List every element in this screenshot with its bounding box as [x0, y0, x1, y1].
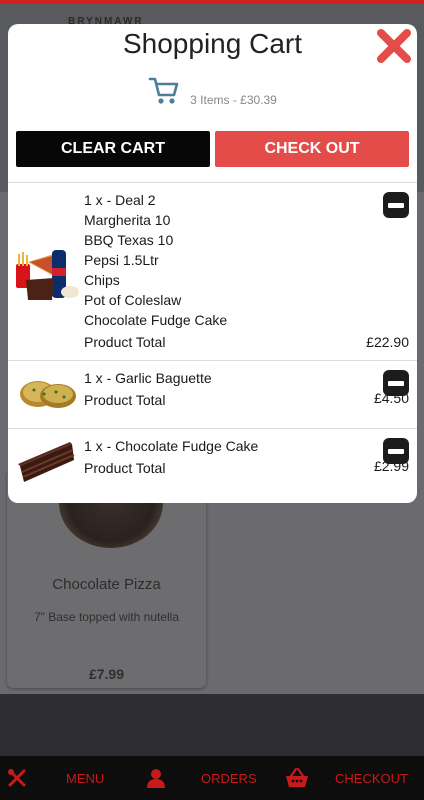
- close-icon[interactable]: [375, 27, 413, 65]
- deal-image: [14, 246, 80, 309]
- cart-item: 1 x - Deal 2 Margherita 10 BBQ Texas 10 …: [8, 190, 417, 360]
- product-total-value: £22.90: [366, 334, 409, 350]
- background-footer-strip: [0, 694, 424, 756]
- item-description: 1 x - Chocolate Fudge Cake Product Total: [84, 436, 258, 478]
- product-title: Chocolate Pizza: [52, 576, 161, 593]
- basket-icon[interactable]: [284, 756, 310, 800]
- item-line: 1 x - Chocolate Fudge Cake: [84, 438, 259, 454]
- divider: [8, 360, 417, 361]
- shopping-cart-modal: Shopping Cart 3 Items - £30.39 CLEAR CAR…: [8, 24, 417, 503]
- product-total-label: Product Total: [84, 334, 166, 350]
- remove-item-button[interactable]: [383, 370, 409, 396]
- chocolate-cake-image: [14, 438, 80, 491]
- nav-menu[interactable]: MENU: [66, 756, 104, 800]
- item-detail: Pot of Coleslaw: [84, 292, 182, 308]
- item-detail: Margherita 10: [84, 212, 171, 228]
- cart-item: 1 x - Garlic Baguette Product Total £4.5…: [8, 368, 417, 428]
- remove-item-button[interactable]: [383, 192, 409, 218]
- nav-checkout[interactable]: CHECKOUT: [335, 756, 408, 800]
- item-detail: Pepsi 1.5Ltr: [84, 252, 159, 268]
- user-icon[interactable]: [145, 756, 167, 800]
- nav-orders[interactable]: ORDERS: [201, 756, 257, 800]
- cart-icon: [148, 74, 180, 111]
- product-total-label: Product Total: [84, 392, 166, 408]
- cutlery-icon[interactable]: [6, 756, 28, 800]
- item-line: 1 x - Deal 2: [84, 192, 156, 208]
- item-line: 1 x - Garlic Baguette: [84, 370, 212, 386]
- clear-cart-button[interactable]: CLEAR CART: [16, 131, 210, 167]
- cart-item: 1 x - Chocolate Fudge Cake Product Total…: [8, 436, 417, 496]
- item-detail: BBQ Texas 10: [84, 232, 174, 248]
- checkout-button[interactable]: CHECK OUT: [215, 131, 409, 167]
- item-detail: Chocolate Fudge Cake: [84, 312, 228, 328]
- remove-item-button[interactable]: [383, 438, 409, 464]
- product-description: 7" Base topped with nutella: [33, 610, 180, 624]
- garlic-baguette-image: [14, 372, 80, 419]
- cart-summary: 3 Items - £30.39: [8, 74, 417, 111]
- item-description: 1 x - Garlic Baguette Product Total: [84, 368, 212, 410]
- divider: [8, 428, 417, 429]
- bottom-nav: MENU ORDERS CHECKOUT: [0, 756, 424, 800]
- product-total-label: Product Total: [84, 460, 166, 476]
- item-detail: Chips: [84, 272, 120, 288]
- item-description: 1 x - Deal 2 Margherita 10 BBQ Texas 10 …: [84, 190, 227, 352]
- product-price: £7.99: [88, 666, 125, 682]
- modal-title: Shopping Cart: [122, 28, 302, 59]
- cart-summary-text: 3 Items - £30.39: [190, 92, 277, 107]
- divider: [8, 182, 417, 183]
